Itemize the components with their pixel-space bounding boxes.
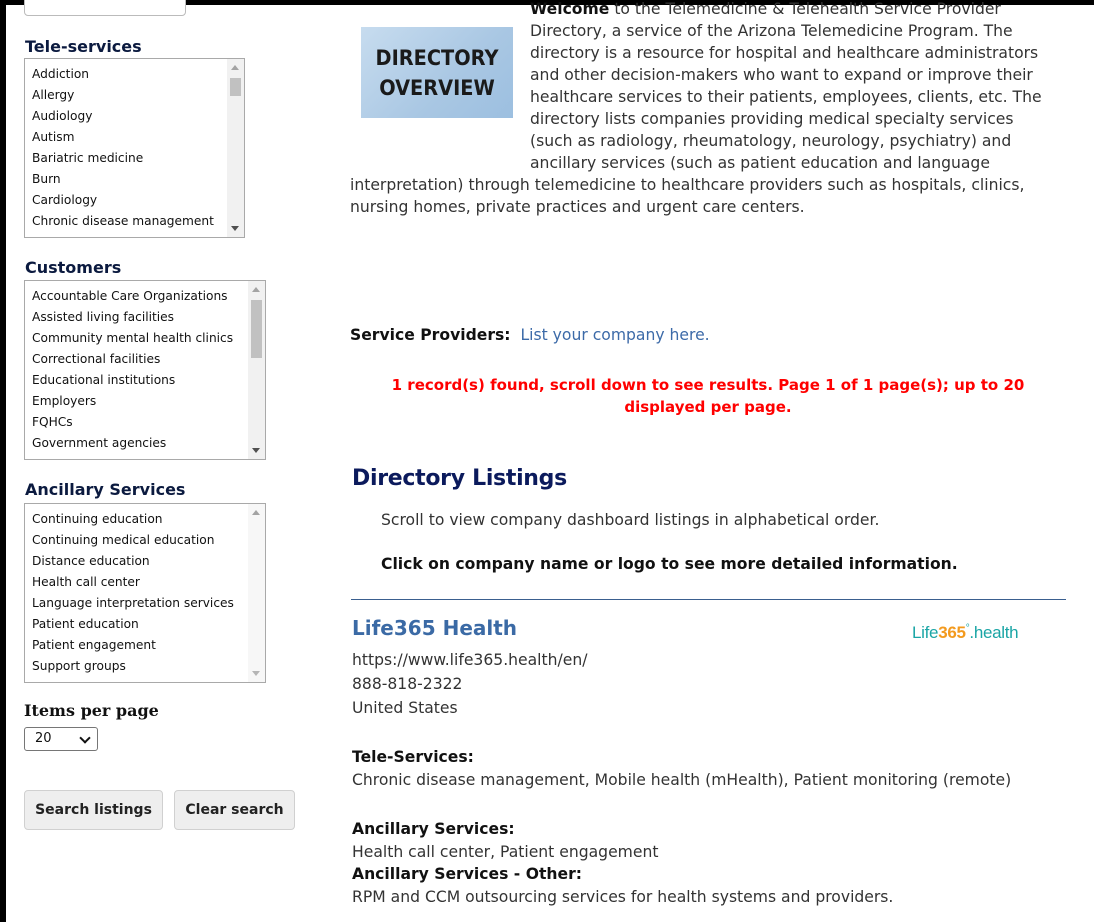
keyword-search-input[interactable] [24,0,186,16]
listbox-option[interactable]: Burn [32,169,244,190]
listbox-option[interactable]: Continuing education [32,509,265,530]
scrollbar-thumb[interactable] [230,78,241,96]
items-per-page-value: 20 [35,731,52,746]
items-per-page-select[interactable]: 20 [24,727,98,751]
teleservices-listbox[interactable]: Addiction Allergy Audiology Autism Baria… [24,58,245,238]
listbox-option[interactable]: Government agencies [32,433,265,454]
listbox-option[interactable]: Continuing medical education [32,530,265,551]
tele-services-value: Chronic disease management, Mobile healt… [352,771,1012,789]
tele-services-label: Tele-Services: [352,748,474,766]
scroll-down-arrow-icon[interactable] [252,448,260,453]
company-logo[interactable]: Life365°.health [912,623,1019,643]
window-frame-left [0,0,6,922]
ancillary-services-value: Health call center, Patient engagement [352,843,659,861]
listbox-option[interactable]: Correctional facilities [32,349,265,370]
logo-text-right: .health [969,623,1019,642]
listbox-option[interactable]: Assisted living facilities [32,307,265,328]
directory-listings-title: Directory Listings [352,466,567,491]
listbox-option[interactable]: Support groups [32,656,265,677]
listing-divider [351,599,1066,600]
intro-paragraph: Welcome to the Telemedicine & Telehealth… [350,0,1060,218]
listbox-option[interactable]: Allergy [32,85,244,106]
company-url: https://www.life365.health/en/ [352,651,588,669]
service-providers-line: Service Providers: List your company her… [350,326,710,344]
listbox-option[interactable]: Educational institutions [32,370,265,391]
company-phone: 888-818-2322 [352,675,463,693]
scroll-down-arrow-icon[interactable] [252,671,260,676]
directory-subtitle: Scroll to view company dashboard listing… [381,511,880,529]
scroll-up-arrow-icon[interactable] [252,287,260,292]
company-name-link[interactable]: Life365 Health [352,616,517,640]
logo-text-mid: 365 [938,623,966,642]
directory-click-note: Click on company name or logo to see mor… [381,555,958,573]
records-found-notice: 1 record(s) found, scroll down to see re… [391,376,1025,416]
customers-scrollbar[interactable] [248,281,265,459]
scroll-up-arrow-icon[interactable] [252,510,260,515]
scroll-up-arrow-icon[interactable] [231,65,239,70]
ancillary-scrollbar[interactable] [248,504,265,682]
ancillary-other-label: Ancillary Services - Other: [352,865,583,883]
clear-search-button[interactable]: Clear search [174,790,295,830]
customers-listbox[interactable]: Accountable Care Organizations Assisted … [24,280,266,460]
listbox-option[interactable]: Health call center [32,572,265,593]
chevron-down-icon [79,732,91,744]
listbox-option[interactable]: Patient engagement [32,635,265,656]
ancillary-heading: Ancillary Services [25,480,186,499]
logo-text-left: Life [912,623,939,642]
teleservices-heading: Tele-services [25,37,142,56]
customers-heading: Customers [25,258,122,277]
listbox-option[interactable]: Language interpretation services [32,593,265,614]
listbox-option[interactable]: Audiology [32,106,244,127]
listbox-option[interactable]: Community mental health clinics [32,328,265,349]
ancillary-services-label: Ancillary Services: [352,820,515,838]
listbox-option[interactable]: Chronic disease management [32,211,244,232]
search-listings-button[interactable]: Search listings [24,790,163,830]
teleservices-scrollbar[interactable] [227,59,244,237]
company-country: United States [352,699,458,717]
listbox-option[interactable]: Cardiology [32,190,244,211]
listbox-option[interactable]: Autism [32,127,244,148]
scrollbar-thumb[interactable] [251,300,262,358]
listbox-option[interactable]: FQHCs [32,412,265,433]
listbox-option[interactable]: Employers [32,391,265,412]
listbox-option[interactable]: Addiction [32,64,244,85]
welcome-bold: Welcome [530,0,610,18]
service-providers-label: Service Providers: [350,326,511,344]
listbox-option[interactable]: Bariatric medicine [32,148,244,169]
items-per-page-label: Items per page [24,701,159,720]
ancillary-listbox[interactable]: Continuing education Continuing medical … [24,503,266,683]
scroll-down-arrow-icon[interactable] [231,226,239,231]
listbox-option[interactable]: Accountable Care Organizations [32,286,265,307]
listbox-option[interactable]: Patient education [32,614,265,635]
listbox-option[interactable]: Distance education [32,551,265,572]
list-company-link[interactable]: List your company here. [520,326,709,344]
ancillary-other-value: RPM and CCM outsourcing services for hea… [352,888,894,906]
